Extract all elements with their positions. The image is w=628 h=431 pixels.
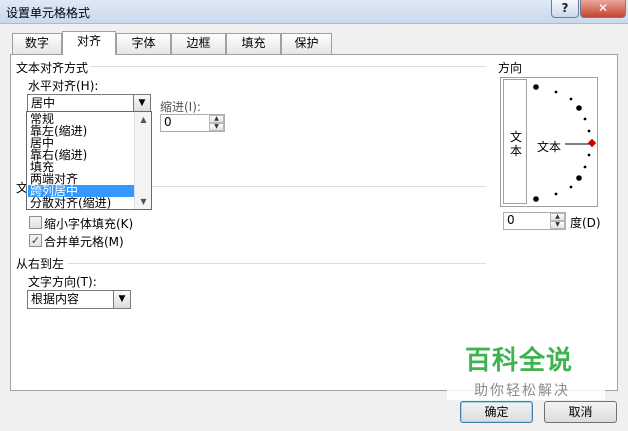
degree-label: 度(D)	[570, 216, 601, 230]
watermark-subtitle: 助你轻松解决	[474, 383, 570, 399]
dial-major-tick	[533, 84, 539, 90]
vertical-text-button[interactable]: 文本	[503, 79, 527, 204]
dial-marker-icon[interactable]	[587, 138, 597, 148]
horizontal-align-label: 水平对齐(H):	[28, 79, 99, 93]
text-direction-value: 根据内容	[31, 292, 80, 306]
degree-field[interactable]: 0 ▲ ▼	[503, 212, 566, 230]
spin-up-icon[interactable]: ▲	[209, 115, 224, 123]
dial-minor-tick	[569, 185, 573, 189]
dropdown-scrollbar[interactable]: ▲ ▼	[134, 112, 151, 209]
dial-minor-tick	[583, 117, 587, 121]
shrink-to-fit-label: 缩小字体填充(K)	[44, 217, 134, 231]
dial-minor-tick	[587, 129, 591, 133]
cancel-button[interactable]: 取消	[544, 401, 617, 423]
merge-cells-label: 合并单元格(M)	[44, 235, 124, 249]
text-alignment-title: 文本对齐方式	[16, 59, 91, 76]
spin-up-icon[interactable]: ▲	[550, 213, 565, 221]
dial-major-tick	[576, 105, 582, 111]
indent-field[interactable]: 0 ▲ ▼	[160, 114, 225, 132]
horizontal-align-dropdown[interactable]: 常规 靠左(缩进) 居中 靠右(缩进) 填充 两端对齐 跨列居中 分散对齐(缩进…	[26, 111, 152, 210]
rtl-title: 从右到左	[16, 255, 67, 272]
dial-minor-tick	[554, 90, 558, 94]
indent-value: 0	[164, 115, 172, 129]
orientation-title: 方向	[498, 59, 525, 76]
scroll-up-icon[interactable]: ▲	[135, 115, 151, 124]
text-direction-label: 文字方向(T):	[28, 275, 97, 289]
indent-label: 缩进(I):	[160, 100, 201, 114]
watermark-title: 百科全说	[465, 346, 574, 376]
ok-button[interactable]: 确定	[460, 401, 533, 423]
dial-minor-tick	[583, 165, 587, 169]
chevron-down-icon[interactable]: ▼	[113, 291, 130, 308]
dial-minor-tick	[569, 97, 573, 101]
merge-cells-checkbox[interactable]: ✓	[29, 234, 42, 247]
dial-minor-tick	[554, 192, 558, 196]
group-divider	[68, 263, 486, 264]
degree-value: 0	[507, 213, 515, 227]
dial-major-tick	[533, 196, 539, 202]
dial-major-tick	[576, 175, 582, 181]
text-direction-select[interactable]: 根据内容 ▼	[27, 290, 131, 309]
vertical-text: 文本	[510, 130, 523, 158]
shrink-to-fit-checkbox[interactable]	[29, 216, 42, 229]
spin-down-icon[interactable]: ▼	[550, 221, 565, 229]
dial-text: 文本	[537, 138, 562, 155]
horizontal-align-value: 居中	[31, 96, 56, 110]
chevron-down-icon[interactable]: ▼	[133, 95, 150, 112]
dropdown-option[interactable]: 分散对齐(缩进)	[28, 197, 134, 209]
checkmark-icon: ✓	[30, 234, 41, 247]
scroll-down-icon[interactable]: ▼	[135, 197, 151, 206]
spin-down-icon[interactable]: ▼	[209, 123, 224, 131]
dial-minor-tick	[587, 153, 591, 157]
